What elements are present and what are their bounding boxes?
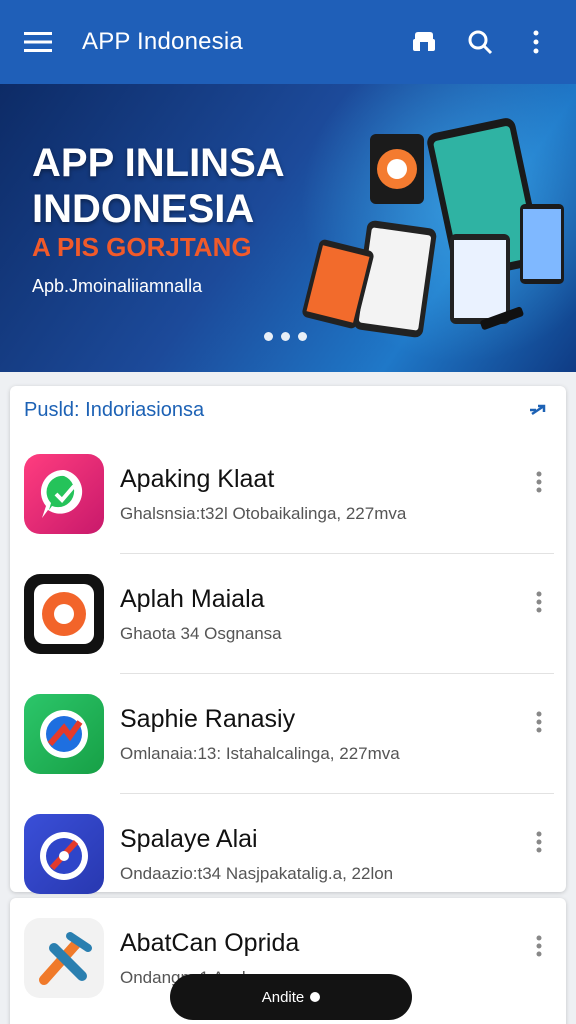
app-meta: Omlanaia:13: Istahalcalinga, 227mva bbox=[120, 743, 400, 763]
app-bar: APP Indonesia bbox=[0, 0, 576, 84]
green-chat-icon bbox=[24, 454, 104, 534]
section-header: Pusld: Indoriasionsa bbox=[10, 386, 566, 434]
hammer-icon bbox=[24, 918, 104, 998]
carousel-dot[interactable] bbox=[264, 332, 273, 341]
list-item[interactable]: Aplah Maiala Ghaota 34 Osgnansa bbox=[10, 554, 566, 674]
section-title: Pusld: Indoriasionsa bbox=[24, 398, 205, 421]
menu-icon[interactable] bbox=[20, 24, 56, 60]
banner-subheadline: A PIS GORJTANG bbox=[32, 232, 252, 262]
carousel-dot[interactable] bbox=[281, 332, 290, 341]
banner-devices-illustration bbox=[302, 118, 564, 338]
app-meta: Ghalsnsia:t32l Otobaikalinga, 227mva bbox=[120, 503, 407, 523]
app-name: Apaking Klaat bbox=[120, 464, 275, 493]
list-item[interactable]: Saphie Ranasiy Omlanaia:13: Istahalcalin… bbox=[10, 674, 566, 794]
banner-headline: APP INLINSA INDONESIA bbox=[32, 140, 285, 232]
app-name: AbatCan Oprida bbox=[120, 928, 300, 957]
dot-icon bbox=[310, 992, 321, 1002]
banner-headline-line1: APP INLINSA bbox=[32, 141, 285, 185]
app-name: Aplah Maiala bbox=[120, 584, 265, 613]
store-icon[interactable] bbox=[404, 22, 444, 62]
app-title: APP Indonesia bbox=[82, 28, 243, 55]
more-vert-icon[interactable] bbox=[526, 462, 552, 502]
carousel-dot[interactable] bbox=[298, 332, 307, 341]
list-item[interactable]: Spalaye Alai Ondaazio:t34 Nasjpakatalig.… bbox=[10, 794, 566, 914]
app-meta: Ghaota 34 Osgnansa bbox=[120, 623, 282, 643]
more-vert-icon[interactable] bbox=[526, 702, 552, 742]
red-blue-arrow-icon bbox=[24, 694, 104, 774]
banner-headline-line2: INDONESIA bbox=[32, 187, 255, 231]
more-vert-icon[interactable] bbox=[526, 822, 552, 862]
more-vert-icon[interactable] bbox=[516, 22, 556, 62]
search-icon[interactable] bbox=[460, 22, 500, 62]
orange-circle-icon bbox=[24, 574, 104, 654]
blue-compass-icon bbox=[24, 814, 104, 894]
app-list-card: Pusld: Indoriasionsa Apaking Klaat Ghals… bbox=[10, 386, 566, 894]
snackbar-label: Andite bbox=[261, 988, 305, 1006]
carousel-indicator[interactable] bbox=[264, 332, 307, 341]
app-name: Saphie Ranasiy bbox=[120, 704, 296, 733]
app-meta: Ondaazio:t34 Nasjpakatalig.a, 22lon bbox=[120, 863, 394, 883]
snackbar[interactable]: Andite bbox=[170, 974, 412, 1020]
more-vert-icon[interactable] bbox=[526, 582, 552, 622]
more-vert-icon[interactable] bbox=[526, 926, 552, 966]
banner-tagline: Apb.Jmoinaliiamnalla bbox=[32, 276, 203, 296]
promo-banner[interactable]: APP INLINSA INDONESIA A PIS GORJTANG Apb… bbox=[0, 84, 576, 372]
expand-icon[interactable] bbox=[524, 396, 552, 424]
list-item[interactable]: Apaking Klaat Ghalsnsia:t32l Otobaikalin… bbox=[10, 434, 566, 554]
app-name: Spalaye Alai bbox=[120, 824, 258, 853]
